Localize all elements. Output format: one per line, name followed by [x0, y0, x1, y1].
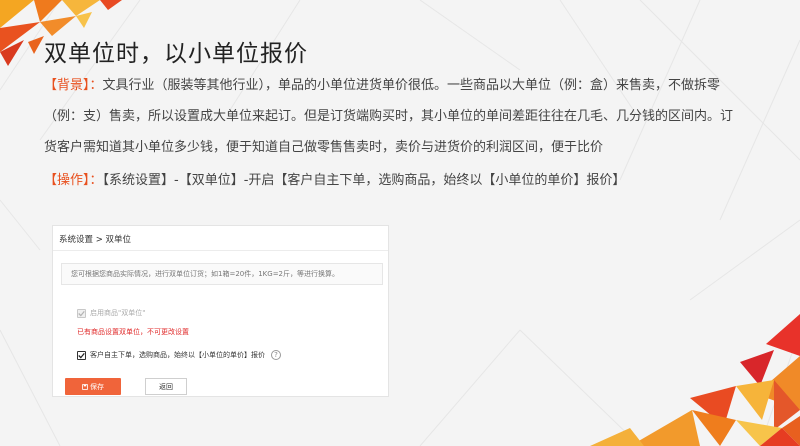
customer-order-checkbox[interactable] — [77, 350, 86, 360]
background-text-2: （例：支）售卖，所以设置成大单位来起订。但是订货端购买时，其小单位的单间差距往往… — [44, 109, 734, 124]
breadcrumb: 系统设置 > 双单位 — [59, 235, 132, 245]
breadcrumb-divider — [53, 250, 388, 251]
checkmark-icon — [78, 352, 85, 359]
slide-title: 双单位时，以小单位报价 — [44, 41, 308, 67]
background-tag: 【背景】： — [44, 78, 103, 93]
customer-order-row: 客户自主下单，选购商品，始终以【小单位的单价】报价 ? — [77, 350, 281, 360]
enable-dual-unit-checkbox[interactable] — [77, 308, 86, 318]
save-button[interactable]: 保存 — [65, 378, 121, 395]
warning-text: 已有商品设置双单位，不可更改设置 — [77, 328, 189, 336]
help-icon[interactable]: ? — [271, 350, 281, 360]
customer-order-label: 客户自主下单，选购商品，始终以【小单位的单价】报价 — [90, 351, 265, 359]
background-text-1: 文具行业（服装等其他行业），单品的小单位进货单价很低。一些商品以大单位（例：盒）… — [102, 78, 721, 93]
operation-tag: 【操作】： — [44, 173, 103, 188]
save-button-label: 保存 — [90, 382, 104, 391]
enable-dual-unit-label: 启用商品"双单位" — [90, 309, 146, 317]
operation-text: 【系统设置】-【双单位】-开启【客户自主下单，选购商品，始终以【小单位的单价】报… — [102, 173, 626, 188]
background-paragraph-line-1: 【背景】：文具行业（服装等其他行业），单品的小单位进货单价很低。一些商品以大单位… — [44, 76, 784, 96]
operation-paragraph: 【操作】：【系统设置】-【双单位】-开启【客户自主下单，选购商品，始终以【小单位… — [44, 171, 784, 191]
enable-dual-unit-row: 启用商品"双单位" — [77, 308, 145, 318]
notice-box: 您可根据您商品实际情况，进行双单位订货；如1箱=20件，1KG=2斤，等进行换算… — [61, 263, 383, 285]
back-button[interactable]: 返回 — [145, 378, 187, 395]
dual-unit-settings-panel: 系统设置 > 双单位 您可根据您商品实际情况，进行双单位订货；如1箱=20件，1… — [52, 225, 389, 397]
background-text-3: 货客户需知道其小单位多少钱，便于知道自己做零售售卖时，卖价与进货价的利润区间，便… — [44, 140, 604, 155]
save-icon — [82, 383, 88, 390]
corner-decoration-bottom-right — [590, 314, 800, 446]
checkmark-icon — [78, 310, 85, 317]
